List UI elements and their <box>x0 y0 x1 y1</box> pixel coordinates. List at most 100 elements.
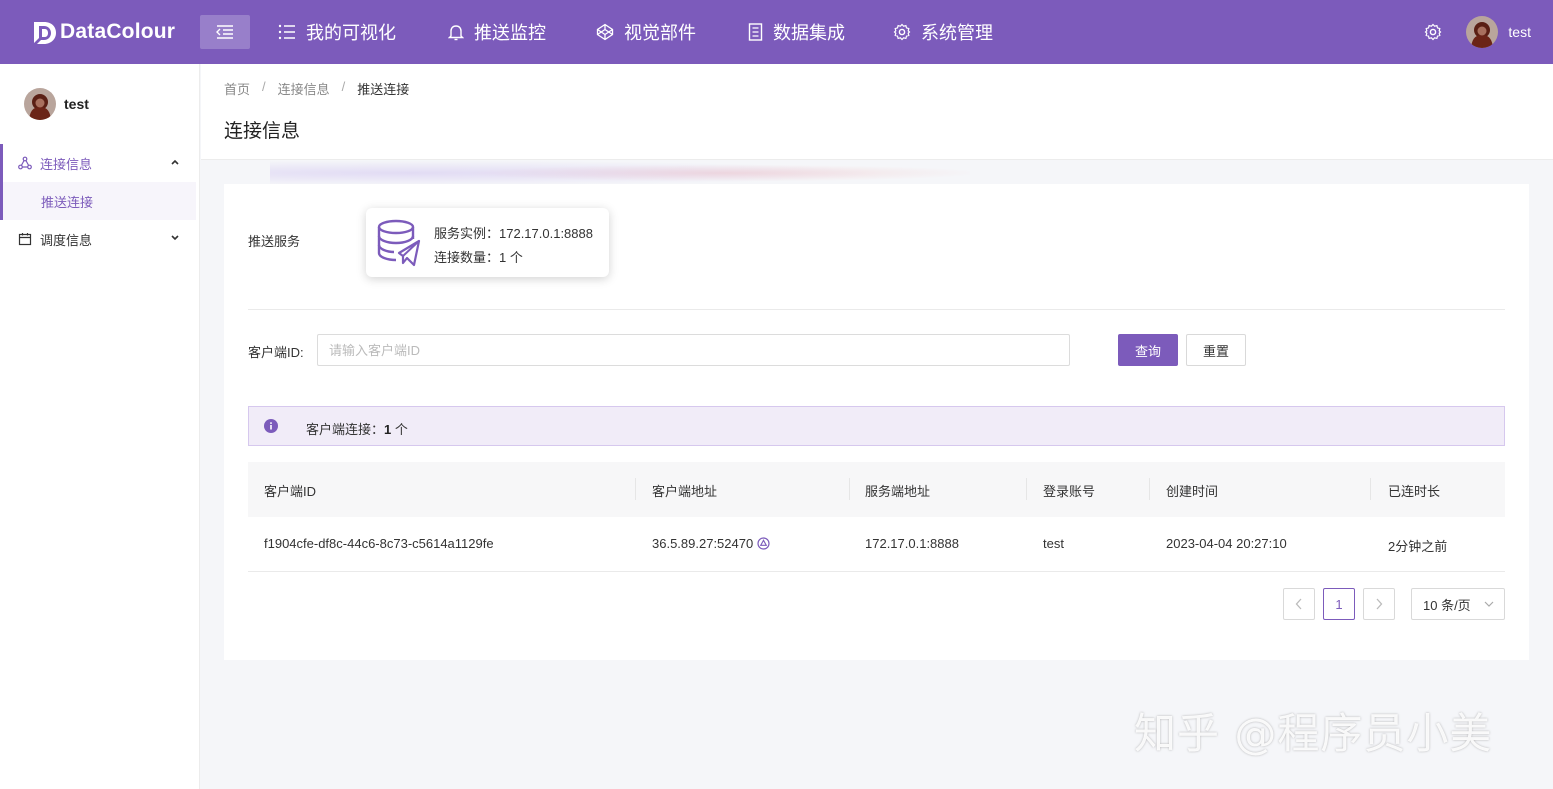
menu-collapse-button[interactable] <box>200 15 250 49</box>
next-page-button[interactable] <box>1363 588 1395 620</box>
sidebar-item-label: 推送连接 <box>41 194 94 210</box>
cell-created-time: 2023-04-04 20:27:10 <box>1166 536 1287 551</box>
page-number-button[interactable]: 1 <box>1323 588 1355 620</box>
main-nav: 我的可视化 推送监控 视觉部件 数据集成 系统管理 <box>262 0 1009 64</box>
column-separator <box>1026 478 1027 500</box>
sidebar-group-connection-info: 连接信息 推送连接 <box>0 144 196 220</box>
cell-client-address: 36.5.89.27:52470 <box>652 536 770 551</box>
connections-table: 客户端ID 客户端地址 服务端地址 登录账号 创建时间 已连时长 f1904cf… <box>248 462 1505 572</box>
chevron-left-icon <box>1295 598 1302 610</box>
logo[interactable]: DataColour <box>30 17 175 47</box>
share-nodes-icon <box>18 156 32 170</box>
current-username[interactable]: test <box>1508 24 1531 40</box>
sidebar-group-schedule-info: 调度信息 <box>0 220 196 258</box>
menu-fold-icon <box>216 25 233 39</box>
column-separator <box>1149 478 1150 500</box>
chevron-down-icon <box>171 235 179 241</box>
previous-page-button[interactable] <box>1283 588 1315 620</box>
nav-label: 系统管理 <box>921 23 993 43</box>
nav-item-system-admin[interactable]: 系统管理 <box>877 0 1009 64</box>
page-size-value: 10 条/页 <box>1423 597 1471 613</box>
column-header-client-id: 客户端ID <box>264 484 317 499</box>
cell-server-address: 172.17.0.1:8888 <box>865 536 959 551</box>
calendar-icon <box>18 233 32 246</box>
page-header: 首页 / 连接信息 / 推送连接 连接信息 <box>201 64 1553 160</box>
nav-item-push-monitor[interactable]: 推送监控 <box>432 0 562 64</box>
nav-item-data-integration[interactable]: 数据集成 <box>732 0 861 64</box>
breadcrumb: 首页 / 连接信息 / 推送连接 <box>224 79 409 98</box>
column-header-server-address: 服务端地址 <box>865 484 931 499</box>
reset-button[interactable]: 重置 <box>1186 334 1246 366</box>
client-connection-alert: 客户端连接：1 个 <box>248 406 1505 446</box>
sidebar-user: test <box>24 88 89 120</box>
gear-icon <box>893 23 911 41</box>
sidebar-item-label: 调度信息 <box>40 232 93 248</box>
content-card: 推送服务 服务实例：172.17.0.1:8888 连接数量：1 个 客户端ID… <box>224 184 1529 660</box>
client-id-input[interactable] <box>317 334 1070 366</box>
datacolour-logo-icon <box>34 22 56 44</box>
sidebar-item-label: 连接信息 <box>40 156 93 172</box>
cell-duration: 2分钟之前 <box>1388 539 1448 554</box>
chevron-down-icon <box>1484 601 1494 607</box>
settings-button[interactable] <box>1424 23 1442 41</box>
divider <box>248 309 1505 310</box>
column-header-client-address: 客户端地址 <box>652 484 718 499</box>
cell-client-id: f1904cfe-df8c-44c6-8c73-c5614a1129fe <box>264 536 494 551</box>
top-navbar: DataColour 我的可视化 推送监控 视觉部件 数据集成 系统管理 tes… <box>0 0 1553 64</box>
alert-suffix: 个 <box>391 422 408 437</box>
column-separator <box>1370 478 1371 500</box>
service-instance-text: 服务实例：172.17.0.1:8888 <box>434 226 593 241</box>
breadcrumb-home[interactable]: 首页 <box>224 79 250 98</box>
column-header-duration: 已连时长 <box>1388 484 1441 499</box>
avatar[interactable] <box>1466 16 1499 48</box>
avatar <box>24 88 56 120</box>
breadcrumb-separator: / <box>262 79 266 94</box>
breadcrumb-connection-info[interactable]: 连接信息 <box>278 79 330 98</box>
chevron-right-icon <box>1376 598 1383 610</box>
sidebar-item-schedule-info[interactable]: 调度信息 <box>0 220 196 258</box>
connection-count-text: 连接数量：1 个 <box>434 250 523 265</box>
info-icon <box>264 419 278 433</box>
document-icon <box>748 23 763 41</box>
sidebar: test 连接信息 推送连接 调度信息 <box>0 64 200 789</box>
gear-icon <box>1425 23 1442 41</box>
nav-label: 我的可视化 <box>306 23 396 43</box>
chevron-up-icon <box>171 159 179 165</box>
user-avatar-icon <box>1466 16 1499 48</box>
nav-item-visual-widgets[interactable]: 视觉部件 <box>580 0 712 64</box>
nav-item-my-visualization[interactable]: 我的可视化 <box>262 0 412 64</box>
client-id-label: 客户端ID: <box>248 345 304 360</box>
user-avatar-icon <box>24 88 56 120</box>
table-header: 客户端ID 客户端地址 服务端地址 登录账号 创建时间 已连时长 <box>248 462 1505 517</box>
page-title: 连接信息 <box>224 121 301 142</box>
table-row: f1904cfe-df8c-44c6-8c73-c5614a1129fe 36.… <box>248 517 1505 572</box>
nav-label: 数据集成 <box>773 23 845 43</box>
column-separator <box>849 478 850 500</box>
alert-prefix: 客户端连接： <box>306 422 385 437</box>
list-icon <box>278 24 295 40</box>
query-button[interactable]: 查询 <box>1118 334 1178 366</box>
alert-text: 客户端连接：1 个 <box>306 419 408 438</box>
database-send-icon <box>377 219 421 267</box>
bell-icon <box>448 25 464 41</box>
client-address-text: 36.5.89.27:52470 <box>652 536 754 551</box>
cell-login-account: test <box>1043 536 1064 551</box>
service-label: 推送服务 <box>248 234 301 249</box>
codepen-icon <box>596 23 614 41</box>
service-instance-card[interactable]: 服务实例：172.17.0.1:8888 连接数量：1 个 <box>366 208 609 277</box>
location-lookup-icon[interactable] <box>757 537 770 550</box>
sidebar-item-connection-info[interactable]: 连接信息 <box>0 144 196 182</box>
breadcrumb-separator: / <box>341 79 346 94</box>
nav-label: 推送监控 <box>474 23 546 43</box>
breadcrumb-current: 推送连接 <box>357 82 410 97</box>
top-right-area: test <box>1424 0 1531 64</box>
brand-name: DataColour <box>60 20 176 43</box>
column-header-login-account: 登录账号 <box>1043 484 1096 499</box>
column-separator <box>635 478 636 500</box>
watermark: 知乎 @程序员小美 <box>1134 709 1493 758</box>
column-header-created-time: 创建时间 <box>1166 484 1219 499</box>
nav-label: 视觉部件 <box>624 23 696 43</box>
sidebar-username: test <box>64 96 89 112</box>
sidebar-item-push-connection[interactable]: 推送连接 <box>0 182 196 220</box>
page-size-select[interactable]: 10 条/页 <box>1411 588 1505 620</box>
